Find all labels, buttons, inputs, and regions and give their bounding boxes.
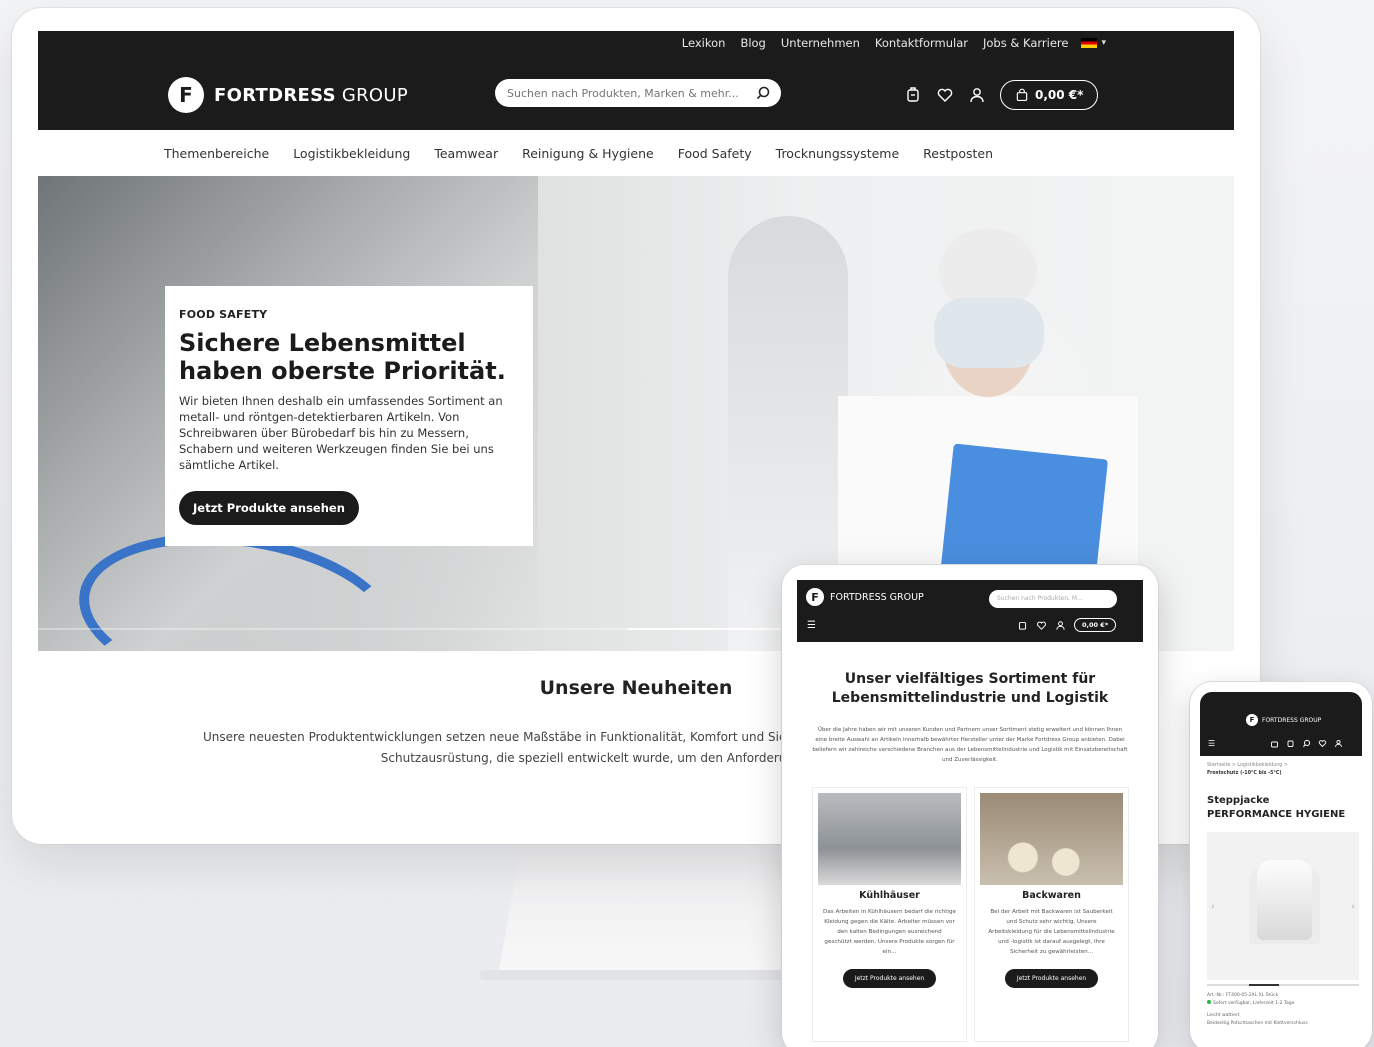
tablet-compare-icon[interactable] bbox=[1017, 620, 1028, 631]
phone-compare-icon[interactable] bbox=[1286, 739, 1295, 748]
nav-item-food-safety[interactable]: Food Safety bbox=[678, 146, 752, 161]
nav-item-logistikbekleidung[interactable]: Logistikbekleidung bbox=[293, 146, 410, 161]
topbar-link-jobs[interactable]: Jobs & Karriere bbox=[983, 36, 1068, 50]
phone-availability: Sofort verfügbar, Lieferzeit 1-2 Tage bbox=[1207, 1000, 1308, 1008]
tablet-card-kuehlhaeuser: Kühlhäuser Das Arbeiten in Kühlhäusern b… bbox=[812, 787, 967, 1042]
phone-product-meta: Art.-Nr.: FT400-05-2XL XL Stück Sofort v… bbox=[1207, 992, 1308, 1028]
tablet-card-backwaren: Backwaren Bei der Arbeit mit Backwaren i… bbox=[974, 787, 1129, 1042]
jacket-product-photo bbox=[1257, 860, 1312, 940]
search-icon[interactable] bbox=[755, 85, 771, 101]
shopping-bag-icon bbox=[1016, 88, 1028, 102]
logo-wordmark-light: GROUP bbox=[335, 84, 409, 106]
tablet-card-cta-button[interactable]: Jetzt Produkte ansehen bbox=[1004, 969, 1099, 988]
phone-brand-logo[interactable]: F FORTDRESS GROUP bbox=[1246, 714, 1321, 726]
phone-feature-2: Beidseitig Potschtaschen mit Klettversch… bbox=[1207, 1021, 1308, 1026]
hero-eyebrow: FOOD SAFETY bbox=[179, 308, 268, 321]
phone-hamburger-menu-icon[interactable]: ☰ bbox=[1208, 739, 1215, 748]
tablet-card-cta-button[interactable]: Jetzt Produkte ansehen bbox=[842, 969, 937, 988]
topbar-link-blog[interactable]: Blog bbox=[740, 36, 765, 50]
tablet-card-title: Kühlhäuser bbox=[859, 890, 920, 901]
tablet-card-image-kuehlhaeuser bbox=[818, 793, 961, 885]
phone-product-image[interactable]: ‹ › bbox=[1207, 832, 1359, 980]
chevron-left-icon[interactable]: ‹ bbox=[1211, 902, 1215, 912]
tablet-section-text: Über die Jahre haben wir mit unseren Kun… bbox=[812, 727, 1128, 763]
hero-title: Sichere Lebensmittel haben oberste Prior… bbox=[179, 329, 506, 385]
brand-logo[interactable]: F FORTDRESS GROUP bbox=[168, 77, 408, 113]
header-actions: 0,00 €* bbox=[904, 80, 1099, 110]
topbar-link-kontaktformular[interactable]: Kontaktformular bbox=[875, 36, 968, 50]
hero-cta-button[interactable]: Jetzt Produkte ansehen bbox=[179, 491, 359, 525]
search-bar bbox=[495, 79, 781, 107]
phone-logo-wordmark: FORTDRESS GROUP bbox=[1262, 716, 1322, 724]
phone-header: F FORTDRESS GROUP ☰ bbox=[1200, 692, 1362, 756]
tablet-card-image-backwaren bbox=[980, 793, 1123, 885]
tablet-user-icon[interactable] bbox=[1055, 620, 1066, 631]
phone-header-actions bbox=[1270, 739, 1343, 748]
phone-gallery-indicator bbox=[1207, 984, 1359, 986]
phone-heart-icon[interactable] bbox=[1318, 739, 1327, 748]
phone-breadcrumb[interactable]: Startseite > Logistikbekleidung > Frosts… bbox=[1207, 762, 1288, 778]
phone-breadcrumb-current: Frostschutz (-10°C bis -5°C) bbox=[1207, 771, 1282, 776]
phone-search-icon[interactable] bbox=[1302, 739, 1311, 748]
tablet-header-actions: 0,00 €* bbox=[1017, 618, 1117, 632]
logo-wordmark: FORTDRESS GROUP bbox=[214, 85, 408, 106]
tablet-cart-button[interactable]: 0,00 €* bbox=[1074, 618, 1117, 632]
top-service-bar: Lexikon Blog Unternehmen Kontaktformular… bbox=[38, 31, 1234, 55]
user-icon[interactable] bbox=[968, 86, 986, 104]
phone-product-title: Steppjacke PERFORMANCE HYGIENE bbox=[1207, 795, 1346, 820]
tablet-logo-badge-icon: F bbox=[806, 588, 824, 606]
slider-indicator-active[interactable] bbox=[628, 628, 788, 630]
nav-item-restposten[interactable]: Restposten bbox=[923, 146, 993, 161]
tablet-card-text: Bei der Arbeit mit Backwaren ist Sauberk… bbox=[988, 909, 1115, 955]
phone-bag-icon[interactable] bbox=[1270, 739, 1279, 748]
phone-user-icon[interactable] bbox=[1334, 739, 1343, 748]
german-flag-icon[interactable] bbox=[1081, 38, 1098, 48]
hero-text: Wir bieten Ihnen deshalb ein umfassendes… bbox=[179, 394, 503, 472]
monitor-stand bbox=[498, 840, 798, 976]
phone-breadcrumb-path: Startseite > Logistikbekleidung > bbox=[1207, 763, 1288, 768]
cart-total: 0,00 €* bbox=[1035, 88, 1084, 102]
availability-dot-icon bbox=[1207, 1000, 1211, 1004]
nav-item-teamwear[interactable]: Teamwear bbox=[434, 146, 498, 161]
tablet-card-title: Backwaren bbox=[1022, 890, 1081, 901]
phone-logo-badge-icon: F bbox=[1246, 714, 1258, 726]
chevron-right-icon[interactable]: › bbox=[1351, 902, 1355, 912]
tablet-device: F FORTDRESS GROUP Suchen nach Produkten,… bbox=[782, 565, 1158, 1047]
hamburger-menu-icon[interactable]: ☰ bbox=[807, 620, 816, 631]
topbar-link-lexikon[interactable]: Lexikon bbox=[682, 36, 726, 50]
tablet-brand-logo[interactable]: F FORTDRESS GROUP bbox=[806, 588, 924, 606]
slider-track bbox=[38, 628, 628, 630]
phone-feature-1: Leicht wattiert bbox=[1207, 1013, 1240, 1018]
phone-device: F FORTDRESS GROUP ☰ Startseite > Logisti… bbox=[1190, 682, 1372, 1047]
topbar-link-unternehmen[interactable]: Unternehmen bbox=[781, 36, 860, 50]
phone-availability-text: Sofort verfügbar, Lieferzeit 1-2 Tage bbox=[1213, 1001, 1295, 1006]
main-navigation: Themenbereiche Logistikbekleidung Teamwe… bbox=[38, 130, 1234, 176]
nav-item-themenbereiche[interactable]: Themenbereiche bbox=[164, 146, 269, 161]
search-input[interactable] bbox=[507, 86, 747, 100]
tablet-section-title: Unser vielfältiges Sortiment für Lebensm… bbox=[831, 671, 1109, 706]
nav-item-reinigung-hygiene[interactable]: Reinigung & Hygiene bbox=[522, 146, 654, 161]
phone-gallery-indicator-active bbox=[1249, 984, 1279, 986]
heart-icon[interactable] bbox=[936, 86, 954, 104]
nav-item-trocknungssysteme[interactable]: Trocknungssysteme bbox=[776, 146, 900, 161]
logo-wordmark-strong: FORTDRESS bbox=[214, 84, 336, 106]
tablet-card-text: Das Arbeiten in Kühlhäusern bedarf die r… bbox=[823, 909, 956, 955]
hero-image-face-mask bbox=[934, 298, 1044, 368]
compare-icon[interactable] bbox=[904, 86, 922, 104]
cart-button[interactable]: 0,00 €* bbox=[1000, 80, 1099, 110]
phone-article-number: Art.-Nr.: FT400-05-2XL XL Stück bbox=[1207, 993, 1279, 998]
logo-badge-icon: F bbox=[168, 77, 204, 113]
main-header: F FORTDRESS GROUP 0,00 €* bbox=[38, 55, 1234, 130]
tablet-search-input[interactable]: Suchen nach Produkten, M... bbox=[989, 590, 1117, 608]
tablet-logo-wordmark: FORTDRESS GROUP bbox=[830, 591, 924, 603]
monitor-stand-base bbox=[480, 970, 810, 980]
hero-teaser-card: FOOD SAFETY Sichere Lebensmittel haben o… bbox=[165, 286, 533, 546]
chevron-down-icon[interactable]: ▾ bbox=[1101, 38, 1106, 48]
tablet-header: F FORTDRESS GROUP Suchen nach Produkten,… bbox=[797, 580, 1143, 642]
tablet-heart-icon[interactable] bbox=[1036, 620, 1047, 631]
